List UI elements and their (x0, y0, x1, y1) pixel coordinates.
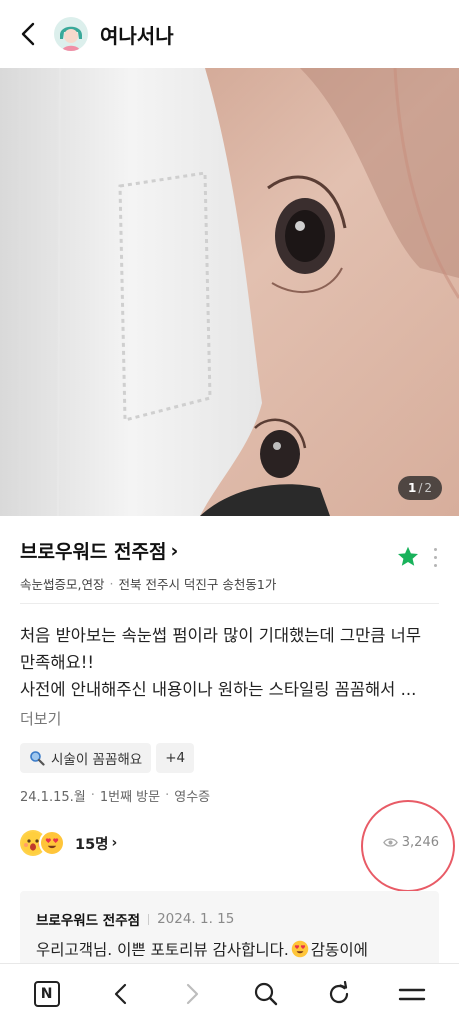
reply-text-end: 감동이에 (310, 941, 368, 959)
avatar[interactable] (54, 17, 88, 51)
top-bar: 여나서나 (0, 0, 459, 68)
review-photo-image (0, 68, 459, 516)
nav-back-button[interactable] (100, 974, 140, 1014)
view-count: 3,246 (382, 835, 439, 850)
magnifier-icon (30, 751, 45, 766)
username[interactable]: 여나서나 (100, 20, 174, 49)
nav-forward-button[interactable] (173, 974, 213, 1014)
nav-refresh-button[interactable] (319, 974, 359, 1014)
photo-counter: 1 / 2 (397, 476, 442, 500)
refresh-icon (330, 981, 349, 1004)
chevron-left-icon (21, 22, 35, 46)
heart-eyes-icon (39, 830, 65, 856)
review-line-3: 사전에 안내해주신 내용이나 원하는 스타일링 꼼꼼해서 ... (20, 680, 417, 699)
photo-counter-total: 2 (424, 481, 432, 495)
eye-icon (382, 838, 398, 847)
reply-text: 우리고객님. 이쁜 포토리뷰 감사합니다. 감동이에 (36, 938, 423, 960)
home-n-button[interactable]: N (27, 974, 67, 1014)
reply-date: 2024. 1. 15 (157, 911, 235, 927)
nav-search-button[interactable] (246, 974, 286, 1014)
reply-author: 브로우워드 전주점 (36, 913, 141, 929)
view-count-value: 3,246 (401, 835, 439, 850)
n-logo-icon: N (33, 981, 60, 1007)
more-options-icon[interactable] (430, 545, 440, 569)
divider (20, 603, 439, 604)
store-meta: 속눈썹증모,연장 · 전북 전주시 덕진구 송천동1가 (20, 574, 440, 593)
store-name-link[interactable]: 브로우워드 전주점 › (20, 537, 440, 564)
keyword-tags: 시술이 꼼꼼해요 +4 (20, 743, 195, 773)
separator-dot: · (90, 788, 95, 803)
store-category: 속눈썹증모,연장 (20, 577, 105, 592)
back-button[interactable] (16, 19, 40, 49)
favorite-star-icon[interactable] (396, 545, 420, 569)
photo-counter-current: 1 (407, 481, 417, 495)
bottom-nav-bar: N (0, 963, 459, 1024)
visit-proof: 영수증 (174, 790, 211, 805)
nav-menu-button[interactable] (392, 974, 432, 1014)
read-more-link[interactable]: 더보기 (20, 708, 61, 729)
tag-more-count[interactable]: +4 (156, 743, 195, 773)
owner-reply[interactable]: 브로우워드 전주점 2024. 1. 15 우리고객님. 이쁜 포토리뷰 감사합… (20, 891, 439, 971)
review-photo[interactable]: 1 / 2 (0, 68, 459, 516)
store-info: 브로우워드 전주점 › 속눈썹증모,연장 · 전북 전주시 덕진구 송천동1가 (20, 537, 440, 593)
avatar-image (54, 17, 88, 51)
visit-date: 24.1.15.월 (20, 790, 86, 805)
review-line-2: 만족해요!! (20, 653, 94, 672)
tag-label: 시술이 꼼꼼해요 (51, 752, 143, 768)
reply-text-start: 우리고객님. 이쁜 포토리뷰 감사합니다. (36, 941, 289, 959)
separator-dot: · (165, 788, 170, 803)
photo-counter-separator: / (418, 481, 423, 495)
separator-dot: · (109, 576, 114, 591)
back-icon (114, 983, 126, 1005)
search-icon (254, 982, 278, 1006)
store-location: 전북 전주시 덕진구 송천동1가 (118, 577, 277, 592)
chevron-right-icon: › (170, 539, 179, 562)
menu-icon (399, 988, 426, 1001)
reactions-button[interactable]: 15명 › (20, 830, 117, 856)
visit-info: 24.1.15.월 · 1번째 방문 · 영수증 (20, 786, 210, 805)
review-text[interactable]: 처음 받아보는 속눈썹 펌이라 많이 기대했는데 그만큼 너무 만족해요!! 사… (20, 622, 440, 703)
store-name[interactable]: 브로우워드 전주점 (20, 537, 166, 564)
visit-count: 1번째 방문 (99, 790, 161, 805)
heart-eyes-icon (291, 940, 309, 958)
reply-header: 브로우워드 전주점 2024. 1. 15 (36, 909, 423, 929)
separator-bar (148, 913, 150, 925)
reaction-count: 15명 (75, 836, 109, 853)
review-line-1: 처음 받아보는 속눈썹 펌이라 많이 기대했는데 그만큼 너무 (20, 626, 422, 645)
chevron-right-icon: › (111, 835, 118, 851)
forward-icon (186, 983, 198, 1005)
tag-keyword[interactable]: 시술이 꼼꼼해요 (20, 743, 152, 773)
